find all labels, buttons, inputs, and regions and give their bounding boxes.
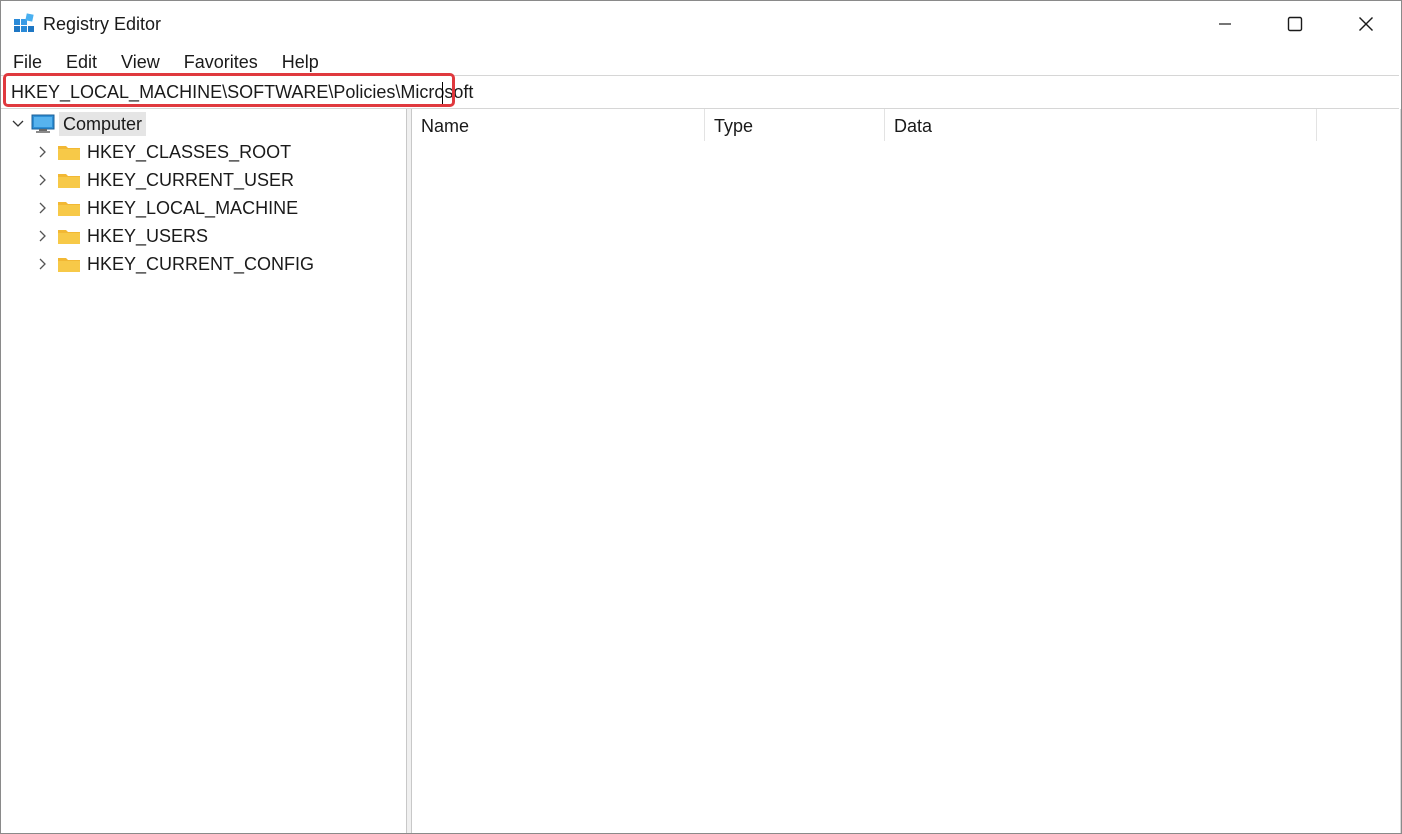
address-input[interactable]: [1, 76, 1397, 108]
folder-icon: [58, 230, 80, 244]
column-header-name[interactable]: Name: [412, 109, 705, 141]
close-icon: [1359, 17, 1373, 31]
maximize-icon: [1287, 16, 1303, 32]
tree-item-hkey-current-user[interactable]: HKEY_CURRENT_USER: [33, 167, 294, 193]
key-tree-pane[interactable]: Computer HKEY_CLASSES_ROOT HKEY_CURRENT_…: [1, 109, 406, 833]
tree-item-label: HKEY_LOCAL_MACHINE: [87, 198, 299, 218]
menu-help[interactable]: Help: [270, 49, 331, 75]
maximize-button[interactable]: [1260, 1, 1330, 47]
column-header-data[interactable]: Data: [885, 109, 1317, 141]
tree-item-label: HKEY_CURRENT_CONFIG: [87, 254, 315, 274]
tree-item-computer[interactable]: Computer: [9, 111, 147, 137]
chevron-down-icon[interactable]: [9, 115, 27, 133]
chevron-right-icon[interactable]: [33, 143, 51, 161]
minimize-button[interactable]: [1190, 1, 1260, 47]
tree-item-label: Computer: [59, 112, 147, 136]
list-pane-edge: [1400, 109, 1401, 833]
tree-item-label: HKEY_CLASSES_ROOT: [87, 142, 292, 162]
menu-edit[interactable]: Edit: [54, 49, 109, 75]
folder-icon: [58, 202, 80, 216]
tree-item-label: HKEY_USERS: [87, 226, 209, 246]
title-bar[interactable]: Registry Editor: [1, 1, 1401, 47]
tree-item-hkey-classes-root[interactable]: HKEY_CLASSES_ROOT: [33, 139, 291, 165]
column-header-type[interactable]: Type: [705, 109, 885, 141]
menu-bar: File Edit View Favorites Help: [1, 49, 1401, 75]
list-header: Name Type Data: [412, 109, 1401, 141]
values-list-pane[interactable]: Name Type Data: [412, 109, 1401, 833]
chevron-right-icon[interactable]: [33, 171, 51, 189]
folder-icon: [58, 258, 80, 272]
computer-icon: [31, 114, 55, 133]
chevron-right-icon[interactable]: [33, 255, 51, 273]
window-title: Registry Editor: [43, 14, 162, 34]
menu-file[interactable]: File: [1, 49, 54, 75]
tree-item-hkey-local-machine[interactable]: HKEY_LOCAL_MACHINE: [33, 195, 298, 221]
menu-view[interactable]: View: [109, 49, 172, 75]
chevron-right-icon[interactable]: [33, 199, 51, 217]
menu-favorites[interactable]: Favorites: [172, 49, 270, 75]
registry-editor-app-icon: [14, 13, 34, 32]
tree-item-hkey-users[interactable]: HKEY_USERS: [33, 223, 208, 249]
folder-icon: [58, 174, 80, 188]
folder-icon: [58, 146, 80, 160]
address-bar: [1, 73, 1399, 109]
minimize-icon: [1219, 23, 1231, 25]
tree-item-hkey-current-config[interactable]: HKEY_CURRENT_CONFIG: [33, 251, 314, 277]
chevron-right-icon[interactable]: [33, 227, 51, 245]
text-caret: [442, 82, 443, 104]
tree-item-label: HKEY_CURRENT_USER: [87, 170, 295, 190]
close-button[interactable]: [1331, 1, 1401, 47]
registry-editor-window: Registry Editor File Edit View Favorites…: [0, 0, 1402, 834]
